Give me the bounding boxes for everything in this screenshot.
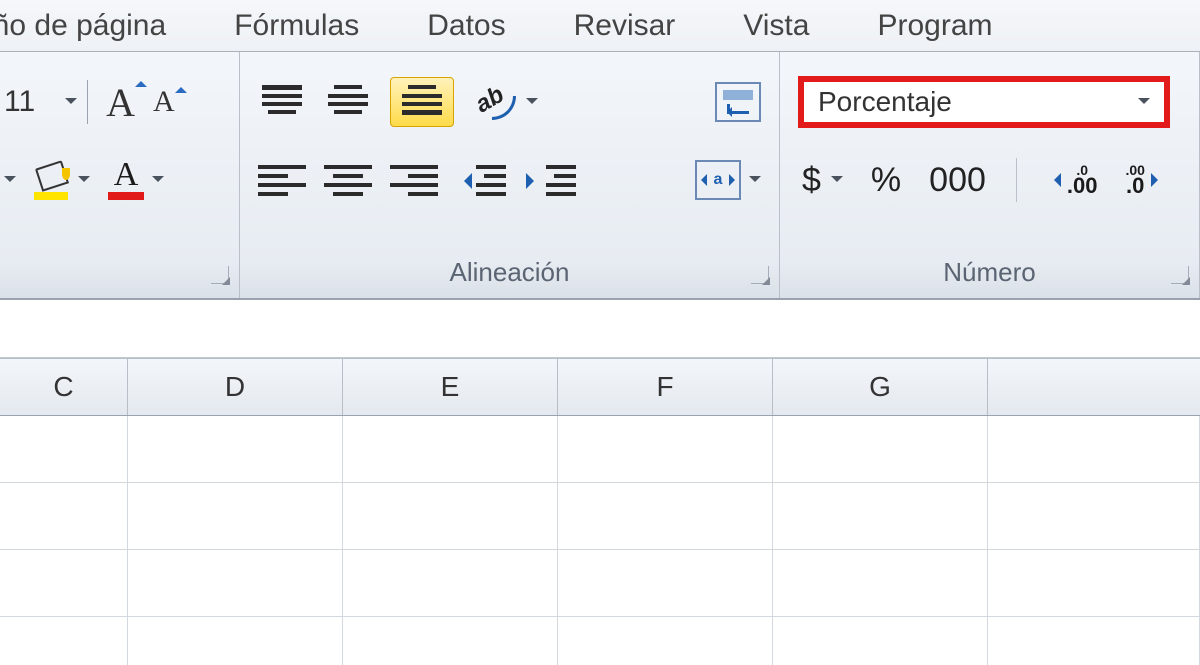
chevron-down-icon xyxy=(526,98,538,110)
table-row xyxy=(0,483,1200,550)
cell[interactable] xyxy=(128,617,343,665)
alignment-dialog-launcher[interactable] xyxy=(751,266,769,284)
column-header-g[interactable]: G xyxy=(773,359,988,415)
currency-icon: $ xyxy=(802,161,821,200)
cell[interactable] xyxy=(0,416,128,482)
cell[interactable] xyxy=(773,416,988,482)
font-color-icon: A xyxy=(108,160,144,200)
merge-cells-icon: a xyxy=(695,160,741,200)
font-color-button[interactable]: A xyxy=(108,160,164,200)
decrease-decimal-icon: .00.0 xyxy=(1125,164,1164,196)
tabs-bar: eño de página Fórmulas Datos Revisar Vis… xyxy=(0,0,1200,52)
cell[interactable] xyxy=(128,550,343,616)
cell[interactable] xyxy=(558,550,773,616)
number-dialog-launcher[interactable] xyxy=(1171,266,1189,284)
font-size-dropdown[interactable]: 11 xyxy=(0,80,88,124)
table-row xyxy=(0,550,1200,617)
chevron-down-icon xyxy=(831,176,843,188)
align-bottom-button[interactable] xyxy=(390,77,454,127)
column-header-next[interactable] xyxy=(988,359,1200,415)
cells-area xyxy=(0,416,1200,665)
align-top-button[interactable] xyxy=(258,85,306,119)
increase-indent-button[interactable] xyxy=(526,163,578,197)
number-format-dropdown[interactable]: Porcentaje xyxy=(798,76,1170,128)
align-left-button[interactable] xyxy=(258,163,306,197)
column-header-d[interactable]: D xyxy=(128,359,343,415)
align-middle-button[interactable] xyxy=(324,85,372,119)
cell[interactable] xyxy=(0,483,128,549)
align-center-button[interactable] xyxy=(324,163,372,197)
ribbon: 11 A A A xyxy=(0,52,1200,300)
cell[interactable] xyxy=(558,483,773,549)
cell[interactable] xyxy=(988,483,1200,549)
increase-decimal-icon: .0.00 xyxy=(1047,164,1098,196)
thousands-format-button[interactable]: 000 xyxy=(925,159,990,202)
cell[interactable] xyxy=(988,550,1200,616)
column-header-f[interactable]: F xyxy=(558,359,773,415)
tab-vista[interactable]: Vista xyxy=(743,9,809,43)
group-label-alineacion: Alineación xyxy=(240,257,779,288)
cell[interactable] xyxy=(0,550,128,616)
number-group: Porcentaje $ % 000 .0.00 xyxy=(780,52,1200,298)
font-size-value: 11 xyxy=(4,85,35,119)
column-header-e[interactable]: E xyxy=(343,359,558,415)
cell[interactable] xyxy=(343,617,558,665)
increase-decimal-button[interactable]: .0.00 xyxy=(1043,162,1102,198)
accounting-format-button[interactable]: $ xyxy=(798,159,847,202)
font-group: 11 A A A xyxy=(0,52,240,298)
chevron-down-icon[interactable] xyxy=(4,176,16,188)
align-right-button[interactable] xyxy=(390,163,438,197)
divider xyxy=(1016,158,1017,202)
cell[interactable] xyxy=(558,416,773,482)
table-row xyxy=(0,617,1200,665)
wrap-text-button[interactable] xyxy=(715,82,761,122)
tab-programador[interactable]: Program xyxy=(877,9,992,43)
tab-revisar[interactable]: Revisar xyxy=(574,9,676,43)
table-row xyxy=(0,416,1200,483)
chevron-down-icon xyxy=(152,176,164,188)
fill-color-button[interactable] xyxy=(34,162,90,198)
increase-font-button[interactable]: A xyxy=(106,79,135,126)
percent-format-button[interactable]: % xyxy=(867,159,905,202)
column-header-c[interactable]: C xyxy=(0,359,128,415)
cell[interactable] xyxy=(343,550,558,616)
cell[interactable] xyxy=(773,550,988,616)
cell[interactable] xyxy=(988,617,1200,665)
cell[interactable] xyxy=(773,483,988,549)
merge-center-button[interactable]: a xyxy=(695,160,761,200)
cell[interactable] xyxy=(128,483,343,549)
tab-diseno-pagina[interactable]: eño de página xyxy=(0,9,166,43)
paint-bucket-icon xyxy=(34,162,70,198)
alignment-group: ab a Alineación xyxy=(240,52,780,298)
orientation-icon: ab xyxy=(472,82,518,122)
chevron-down-icon xyxy=(1138,98,1150,110)
tab-datos[interactable]: Datos xyxy=(427,9,505,43)
decrease-font-button[interactable]: A xyxy=(153,85,175,119)
cell[interactable] xyxy=(0,617,128,665)
cell[interactable] xyxy=(343,416,558,482)
percent-icon: % xyxy=(871,161,901,200)
chevron-down-icon xyxy=(78,176,90,188)
formula-bar[interactable] xyxy=(0,300,1200,358)
font-dialog-launcher[interactable] xyxy=(211,266,229,284)
number-format-value: Porcentaje xyxy=(818,86,952,118)
cell[interactable] xyxy=(558,617,773,665)
decrease-decimal-button[interactable]: .00.0 xyxy=(1121,162,1168,198)
cell[interactable] xyxy=(128,416,343,482)
cell[interactable] xyxy=(988,416,1200,482)
column-headers: C D E F G xyxy=(0,358,1200,416)
thousands-icon: 000 xyxy=(929,161,986,200)
chevron-down-icon xyxy=(749,176,761,188)
cell[interactable] xyxy=(773,617,988,665)
decrease-indent-button[interactable] xyxy=(456,163,508,197)
orientation-button[interactable]: ab xyxy=(472,82,538,122)
chevron-down-icon xyxy=(65,98,77,110)
group-label-numero: Número xyxy=(780,257,1199,288)
cell[interactable] xyxy=(343,483,558,549)
tab-formulas[interactable]: Fórmulas xyxy=(234,9,359,43)
